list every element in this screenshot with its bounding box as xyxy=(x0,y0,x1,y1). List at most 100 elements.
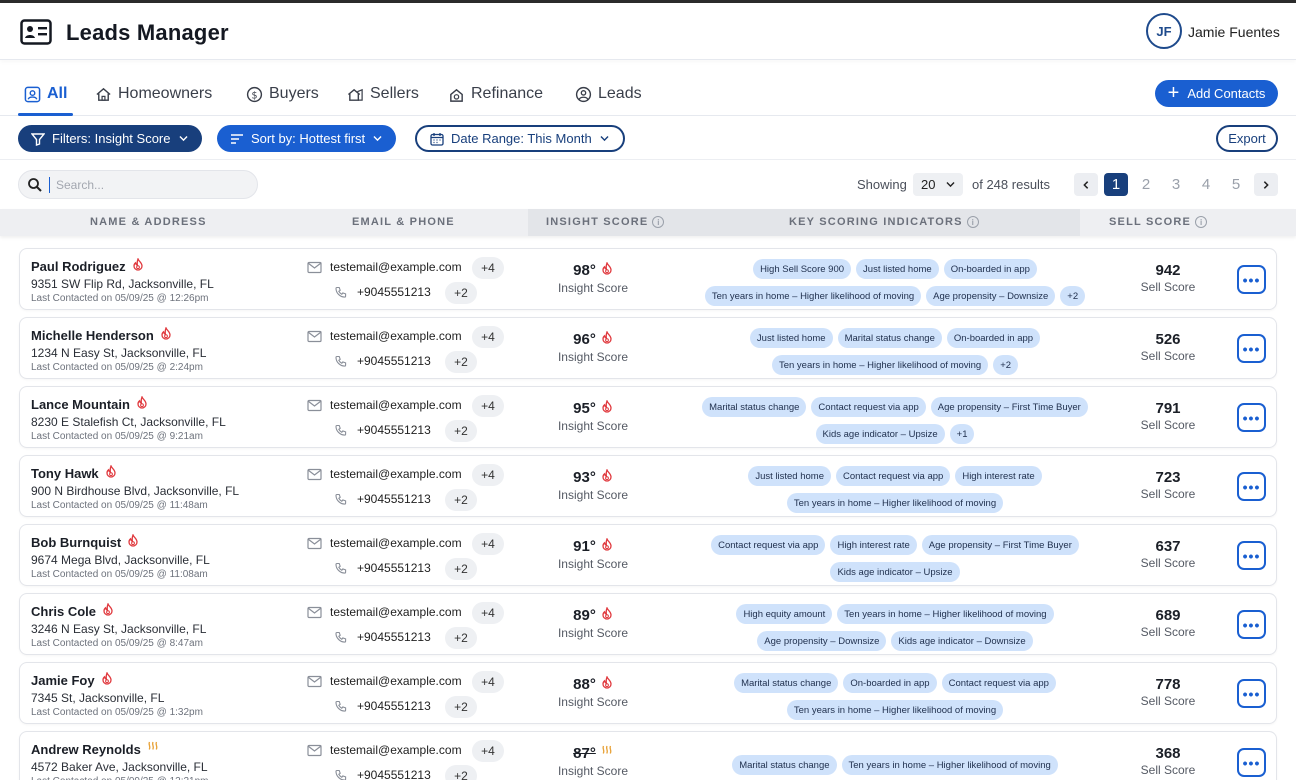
email-more-badge[interactable]: +4 xyxy=(472,395,504,417)
email-more-badge[interactable]: +4 xyxy=(472,602,504,624)
export-button[interactable]: Export xyxy=(1216,125,1278,152)
email-more-badge[interactable]: +4 xyxy=(472,533,504,555)
tab-buyers[interactable]: $ Buyers xyxy=(246,82,319,106)
prev-page-button[interactable] xyxy=(1074,173,1098,196)
lead-name[interactable]: Chris Cole xyxy=(31,603,206,619)
indicator-chip[interactable]: On-boarded in app xyxy=(943,259,1037,279)
indicator-chip[interactable]: On-boarded in app xyxy=(843,673,937,693)
lead-name[interactable]: Lance Mountain xyxy=(31,396,226,412)
indicator-chip[interactable]: Ten years in home – Higher likelihood of… xyxy=(786,493,1004,513)
indicator-chip[interactable]: +1 xyxy=(949,424,975,444)
indicator-chip[interactable]: Kids age indicator – Downsize xyxy=(891,631,1033,651)
per-page-select[interactable]: 20 xyxy=(913,173,963,196)
indicator-chip[interactable]: Ten years in home – Higher likelihood of… xyxy=(704,286,922,306)
page-4-button[interactable]: 4 xyxy=(1194,173,1218,196)
info-icon[interactable]: i xyxy=(966,216,979,228)
row-actions-button[interactable]: ••• xyxy=(1237,679,1266,708)
row-actions-button[interactable]: ••• xyxy=(1237,610,1266,639)
indicator-chip[interactable]: Age propensity – Downsize xyxy=(757,631,887,651)
tab-sellers[interactable]: Sellers xyxy=(347,82,419,106)
indicator-chip[interactable]: Kids age indicator – Upsize xyxy=(830,562,960,582)
indicator-chip[interactable]: Ten years in home – Higher likelihood of… xyxy=(837,604,1054,624)
email-more-badge[interactable]: +4 xyxy=(472,464,504,486)
phone-more-badge[interactable]: +2 xyxy=(445,420,477,442)
table-row[interactable]: Michelle Henderson 1234 N Easy St, Jackso… xyxy=(19,317,1277,379)
date-range-button[interactable]: Date Range: This Month xyxy=(415,125,625,152)
table-row[interactable]: Tony Hawk 900 N Birdhouse Blvd, Jacksonvi… xyxy=(19,455,1277,517)
phone-more-badge[interactable]: +2 xyxy=(445,558,477,580)
email-line[interactable]: testemail@example.com xyxy=(307,398,462,412)
indicator-chip[interactable]: Age propensity – First Time Buyer xyxy=(930,397,1088,417)
indicator-chip[interactable]: Just listed home xyxy=(856,259,939,279)
column-header-indicators[interactable]: KEY SCORING INDICATORS i xyxy=(789,216,979,228)
page-5-button[interactable]: 5 xyxy=(1224,173,1248,196)
indicator-chip[interactable]: High interest rate xyxy=(830,535,917,555)
indicator-chip[interactable]: +2 xyxy=(993,355,1019,375)
column-header-contact[interactable]: EMAIL & PHONE xyxy=(352,216,455,228)
email-line[interactable]: testemail@example.com xyxy=(307,536,462,550)
lead-name[interactable]: Tony Hawk xyxy=(31,465,239,481)
add-contacts-button[interactable]: + Add Contacts xyxy=(1155,80,1278,107)
indicator-chip[interactable]: Age propensity – First Time Buyer xyxy=(921,535,1079,555)
email-more-badge[interactable]: +4 xyxy=(472,326,504,348)
phone-line[interactable]: +9045551213 xyxy=(334,285,431,299)
table-row[interactable]: Andrew Reynolds 4572 Baker Ave, Jacksonvi… xyxy=(19,731,1277,780)
phone-line[interactable]: +9045551213 xyxy=(334,561,431,575)
indicator-chip[interactable]: High Sell Score 900 xyxy=(753,259,852,279)
avatar[interactable]: JF xyxy=(1146,13,1182,49)
indicator-chip[interactable]: Marital status change xyxy=(702,397,807,417)
tab-homeowners[interactable]: Homeowners xyxy=(95,82,212,106)
table-row[interactable]: Lance Mountain 8230 E Stalefish Ct, Jacks… xyxy=(19,386,1277,448)
tab-refinance[interactable]: Refinance xyxy=(448,82,543,106)
column-header-name[interactable]: NAME & ADDRESS xyxy=(90,216,207,228)
email-more-badge[interactable]: +4 xyxy=(472,671,504,693)
row-actions-button[interactable]: ••• xyxy=(1237,541,1266,570)
lead-name[interactable]: Jamie Foy xyxy=(31,672,203,688)
email-line[interactable]: testemail@example.com xyxy=(307,605,462,619)
phone-line[interactable]: +9045551213 xyxy=(334,768,431,780)
indicator-chip[interactable]: High interest rate xyxy=(955,466,1042,486)
indicator-chip[interactable]: Age propensity – Downsize xyxy=(926,286,1056,306)
lead-name[interactable]: Andrew Reynolds xyxy=(31,741,209,757)
lead-name[interactable]: Michelle Henderson xyxy=(31,327,206,343)
row-actions-button[interactable]: ••• xyxy=(1237,265,1266,294)
row-actions-button[interactable]: ••• xyxy=(1237,472,1266,501)
user-name[interactable]: Jamie Fuentes xyxy=(1188,24,1280,40)
search-field[interactable] xyxy=(18,170,258,199)
phone-more-badge[interactable]: +2 xyxy=(445,765,477,780)
phone-line[interactable]: +9045551213 xyxy=(334,423,431,437)
table-row[interactable]: Bob Burnquist 9674 Mega Blvd, Jacksonvill… xyxy=(19,524,1277,586)
sort-button[interactable]: Sort by: Hottest first xyxy=(217,125,397,152)
search-input[interactable] xyxy=(56,177,246,192)
email-line[interactable]: testemail@example.com xyxy=(307,674,462,688)
email-line[interactable]: testemail@example.com xyxy=(307,260,462,274)
info-icon[interactable]: i xyxy=(652,216,665,228)
tab-leads[interactable]: Leads xyxy=(575,82,642,106)
next-page-button[interactable] xyxy=(1254,173,1278,196)
indicator-chip[interactable]: Marital status change xyxy=(734,673,839,693)
phone-more-badge[interactable]: +2 xyxy=(445,627,477,649)
phone-more-badge[interactable]: +2 xyxy=(445,351,477,373)
indicator-chip[interactable]: Contact request via app xyxy=(941,673,1056,693)
email-line[interactable]: testemail@example.com xyxy=(307,329,462,343)
phone-more-badge[interactable]: +2 xyxy=(445,282,477,304)
phone-more-badge[interactable]: +2 xyxy=(445,696,477,718)
phone-line[interactable]: +9045551213 xyxy=(334,630,431,644)
filter-button[interactable]: Filters: Insight Score xyxy=(18,125,202,152)
phone-line[interactable]: +9045551213 xyxy=(334,699,431,713)
indicator-chip[interactable]: Contact request via app xyxy=(811,397,926,417)
email-line[interactable]: testemail@example.com xyxy=(307,743,462,757)
page-1-button[interactable]: 1 xyxy=(1104,173,1128,196)
info-icon[interactable]: i xyxy=(1195,216,1208,228)
page-2-button[interactable]: 2 xyxy=(1134,173,1158,196)
row-actions-button[interactable]: ••• xyxy=(1237,334,1266,363)
email-line[interactable]: testemail@example.com xyxy=(307,467,462,481)
indicator-chip[interactable]: Kids age indicator – Upsize xyxy=(815,424,945,444)
indicator-chip[interactable]: Ten years in home – Higher likelihood of… xyxy=(771,355,989,375)
indicator-chip[interactable]: Ten years in home – Higher likelihood of… xyxy=(841,755,1058,775)
phone-more-badge[interactable]: +2 xyxy=(445,489,477,511)
indicator-chip[interactable]: High equity amount xyxy=(736,604,833,624)
column-header-insight[interactable]: INSIGHT SCORE i xyxy=(546,216,665,228)
table-row[interactable]: Jamie Foy 7345 St, Jacksonville, FL Last C… xyxy=(19,662,1277,724)
indicator-chip[interactable]: Marital status change xyxy=(837,328,942,348)
